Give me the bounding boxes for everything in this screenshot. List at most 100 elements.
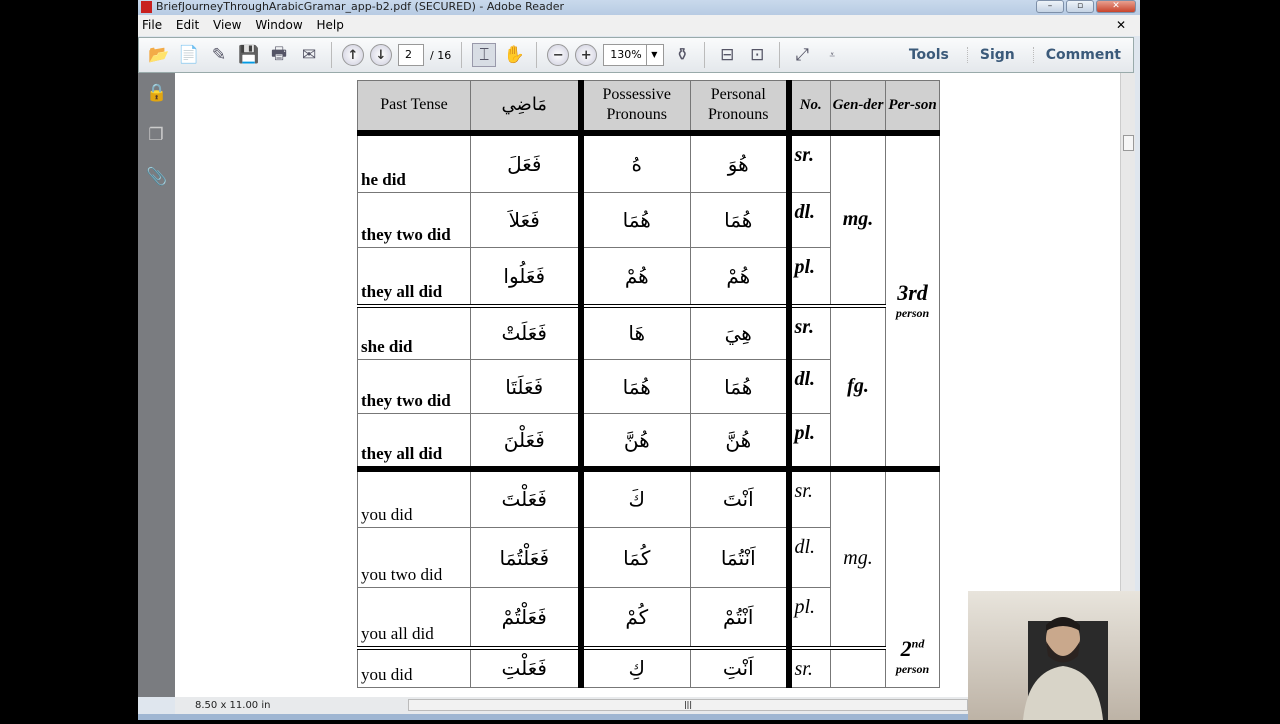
english-cell: you did — [357, 645, 471, 688]
personal-cell: هِيَ — [690, 303, 792, 360]
menu-edit[interactable]: Edit — [176, 18, 199, 32]
possessive-cell: هُنَّ — [580, 413, 691, 469]
open-icon[interactable]: 📂 — [147, 43, 171, 67]
header-gender: Gen-der — [830, 80, 886, 136]
past-tense-cell: فَعَلْتُمْ — [470, 587, 584, 648]
save-icon[interactable]: 💾 — [237, 43, 261, 67]
maximize-button[interactable]: ▫ — [1066, 0, 1094, 13]
english-cell: they all did — [357, 413, 471, 469]
past-tense-cell: فَعَلاَ — [470, 192, 584, 248]
menu-window[interactable]: Window — [255, 18, 302, 32]
window-title: BriefJourneyThroughArabicGramar_app-b2.p… — [156, 0, 565, 13]
page-total: / 16 — [430, 48, 452, 62]
header-possessive: Possessive Pronouns — [580, 80, 691, 136]
close-button[interactable]: ✕ — [1096, 0, 1136, 13]
english-cell: you two did — [357, 527, 471, 588]
table-row: she did فَعَلَتْ هَا هِيَ sr. fg. — [357, 303, 940, 469]
header-person: Per-son — [885, 80, 940, 136]
english-cell: he did — [357, 132, 471, 193]
divider — [331, 42, 332, 68]
menu-help[interactable]: Help — [316, 18, 343, 32]
past-tense-cell: فَعَلُوا — [470, 247, 584, 306]
menu-view[interactable]: View — [213, 18, 241, 32]
next-page-button[interactable]: ↓ — [370, 44, 392, 66]
header-number: No. — [788, 80, 831, 136]
attachment-icon[interactable]: 📎 — [146, 167, 167, 187]
past-tense-cell: فَعَلَ — [470, 132, 584, 193]
pages-icon[interactable]: ❐ — [146, 125, 166, 145]
fit-page-icon[interactable]: ⊟ — [715, 43, 739, 67]
previous-page-button[interactable]: ↑ — [342, 44, 364, 66]
close-document-icon[interactable]: ✕ — [1116, 15, 1126, 35]
webcam-overlay — [968, 591, 1140, 720]
number-cell: dl. — [788, 359, 831, 414]
number-cell: sr. — [788, 132, 831, 193]
minimize-button[interactable]: – — [1036, 0, 1064, 13]
sign-button[interactable]: Sign — [966, 47, 1027, 63]
fit-width-icon[interactable]: ⊡ — [745, 43, 769, 67]
table-header-row: Past Tense مَاضِي Possessive Pronouns Pe… — [357, 80, 940, 136]
zoom-dropdown-icon[interactable]: ▼ — [646, 44, 665, 66]
number-cell: sr. — [788, 303, 831, 360]
gender-cell: fg. — [830, 303, 886, 469]
divider — [779, 42, 781, 68]
scrollbar-thumb[interactable] — [1123, 135, 1134, 151]
title-bar: BriefJourneyThroughArabicGramar_app-b2.p… — [138, 0, 1140, 15]
pdf-app-icon — [141, 1, 152, 13]
zoom-input[interactable]: 130% — [603, 44, 648, 66]
possessive-cell: هُمْ — [580, 247, 691, 306]
edit-icon[interactable]: ✎ — [207, 43, 231, 67]
header-personal: Personal Pronouns — [690, 80, 792, 136]
possessive-cell: هُمَا — [580, 192, 691, 248]
zoom-out-button[interactable]: − — [547, 44, 570, 66]
more-tools-icon[interactable]: ⩡ — [820, 43, 844, 67]
divider — [704, 42, 706, 68]
english-cell: you all did — [357, 587, 471, 648]
header-past-tense: Past Tense — [357, 80, 471, 136]
comment-button[interactable]: Comment — [1032, 47, 1133, 63]
personal-cell: هُمْ — [690, 247, 792, 306]
horizontal-scrollbar[interactable]: ||| — [408, 699, 968, 711]
possessive-cell: هُ — [580, 132, 691, 193]
possessive-cell: هَا — [580, 303, 691, 360]
personal-cell: اَنْتَ — [690, 465, 792, 528]
lock-icon[interactable]: 🔒 — [146, 83, 167, 103]
possessive-cell: كَ — [580, 465, 691, 528]
person-label: 3rd — [897, 280, 928, 305]
zoom-in-button[interactable]: + — [575, 44, 598, 66]
past-tense-cell: فَعَلْتُمَا — [470, 527, 584, 588]
presenter-video — [1023, 617, 1108, 720]
create-pdf-icon[interactable]: 📄 — [177, 43, 201, 67]
menu-file[interactable]: File — [142, 18, 162, 32]
menu-bar: File Edit View Window Help ✕ — [138, 15, 1140, 36]
full-screen-icon[interactable]: ⤢ — [790, 43, 814, 67]
personal-cell: هُمَا — [690, 192, 792, 248]
possessive-cell: كُمَا — [580, 527, 691, 588]
divider — [461, 42, 463, 68]
past-tense-cell: فَعَلْنَ — [470, 413, 584, 469]
past-tense-cell: فَعَلَتْ — [470, 303, 584, 360]
personal-cell: هُمَا — [690, 359, 792, 414]
personal-cell: اَنْتُمَا — [690, 527, 792, 588]
select-tool-icon[interactable]: ⌶ — [472, 43, 497, 67]
past-tense-cell: فَعَلْتِ — [470, 645, 584, 688]
table-row: you did فَعَلْتِ كِ اَنْتِ sr. — [357, 645, 940, 688]
ink-icon[interactable]: ⚱ — [670, 43, 694, 67]
navigation-pane: 🔒 ❐ 📎 — [138, 73, 175, 697]
toolbar: 📂 📄 ✎ 💾 🖶 ✉ ↑ ↓ 2 / 16 ⌶ ✋ − + 130% ▼ ⚱ … — [138, 37, 1134, 73]
gender-cell: mg. — [830, 132, 886, 306]
second-person-cell: 2nd person — [885, 465, 940, 688]
number-cell: pl. — [788, 587, 831, 648]
number-cell: sr. — [788, 645, 831, 688]
personal-cell: هُنَّ — [690, 413, 792, 469]
hand-tool-icon[interactable]: ✋ — [502, 43, 526, 67]
possessive-cell: كُمْ — [580, 587, 691, 648]
personal-cell: اَنْتِ — [690, 645, 792, 688]
page-number-input[interactable]: 2 — [398, 44, 424, 66]
print-icon[interactable]: 🖶 — [267, 43, 291, 67]
past-tense-cell: فَعَلَتَا — [470, 359, 584, 414]
email-icon[interactable]: ✉ — [297, 43, 321, 67]
number-cell: pl. — [788, 413, 831, 469]
person-ordinal-suffix: nd — [911, 636, 925, 651]
tools-button[interactable]: Tools — [897, 47, 961, 63]
